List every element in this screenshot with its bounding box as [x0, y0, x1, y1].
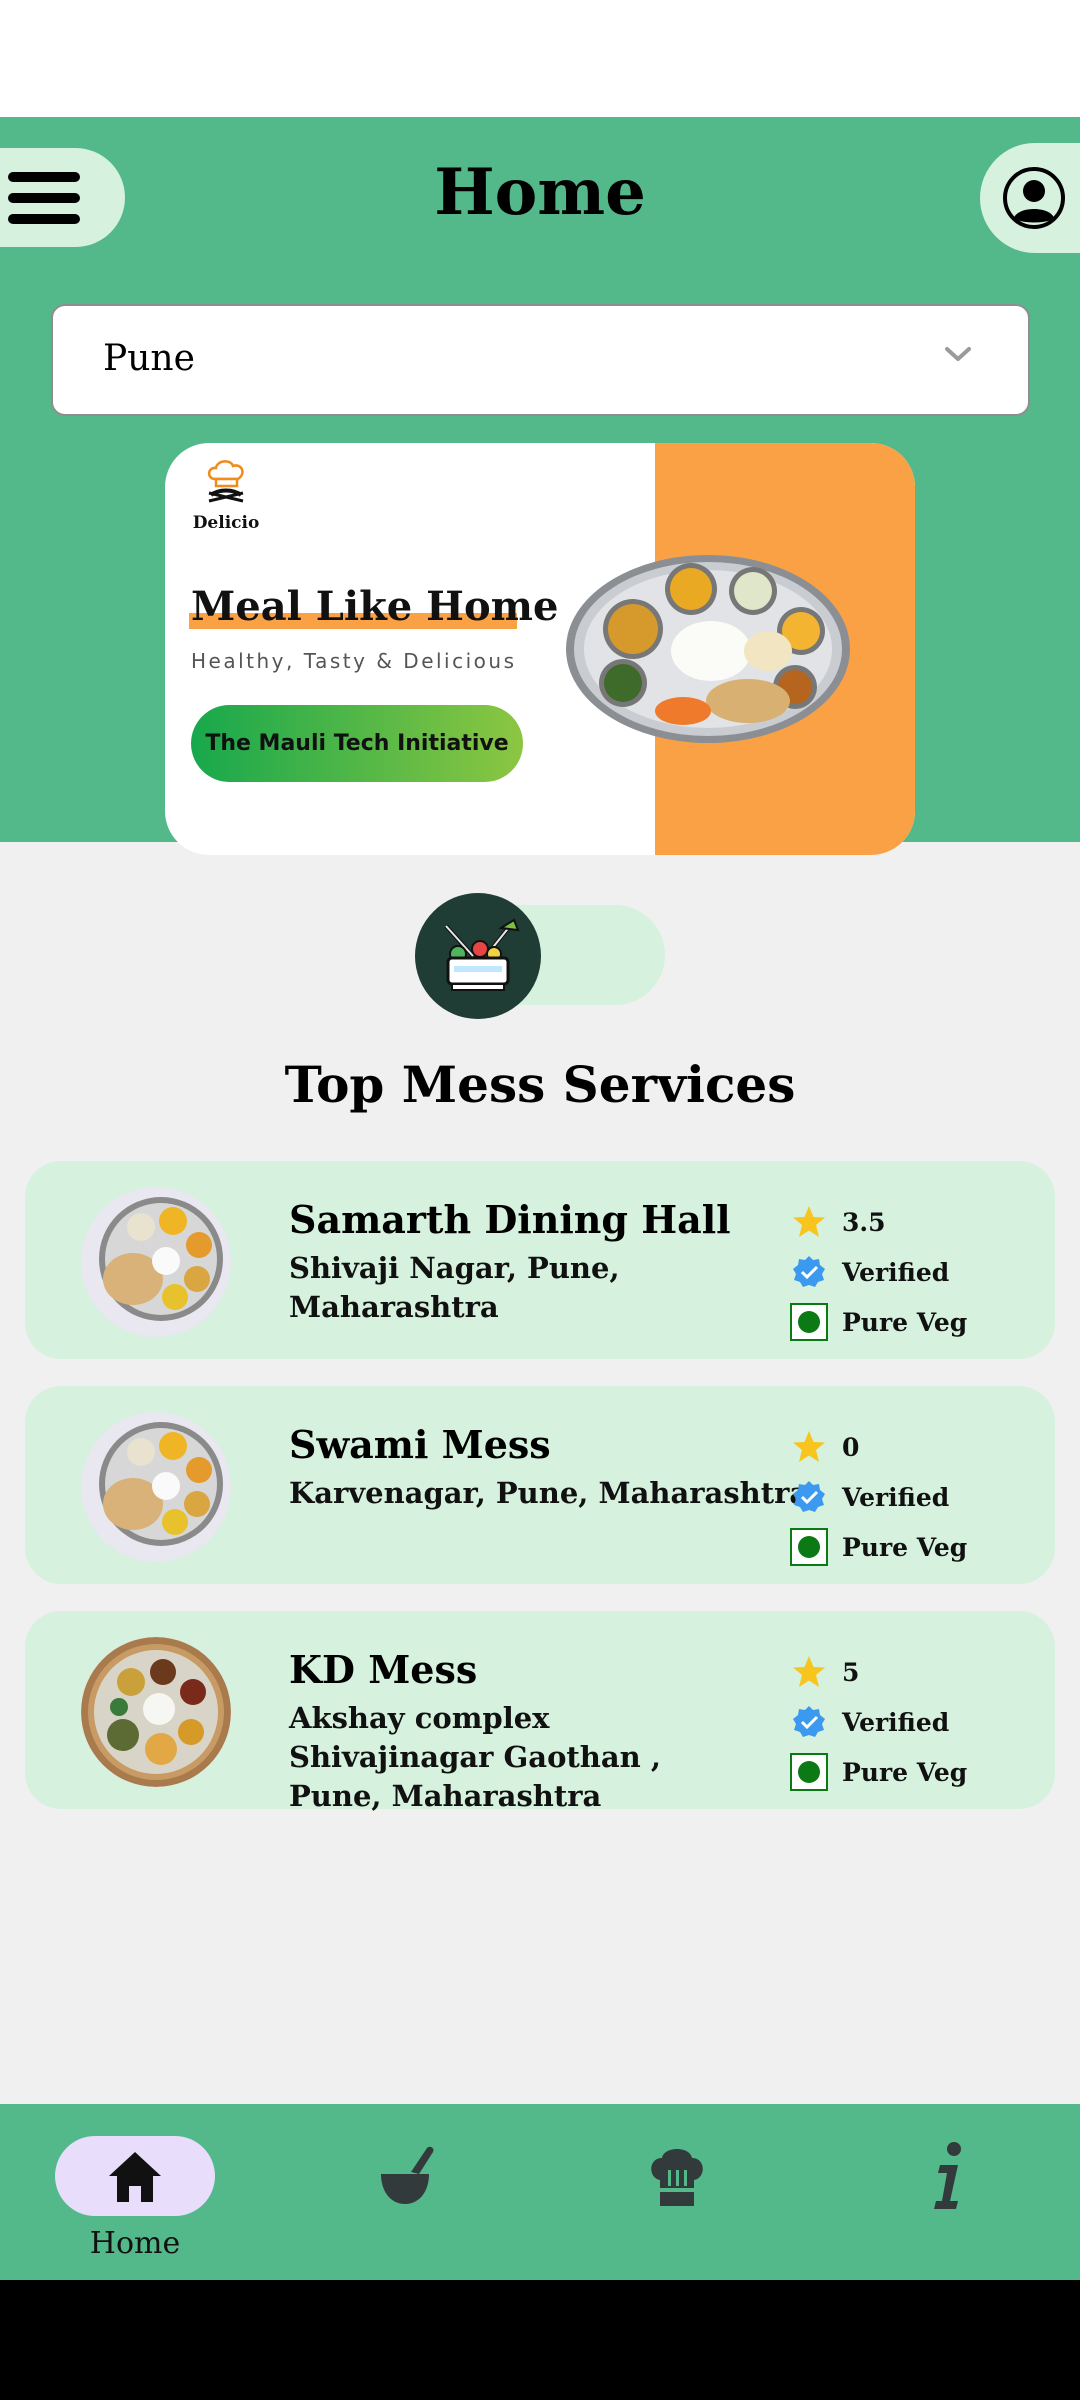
- info-icon: [934, 2142, 961, 2209]
- banner-subtagline: Healthy, Tasty & Delicious: [191, 649, 517, 673]
- veg-indicator-icon: [790, 1528, 828, 1566]
- star-icon: [790, 1428, 828, 1466]
- banner-tagline: Meal Like Home: [191, 583, 559, 630]
- veg-row: Pure Veg: [790, 1747, 967, 1797]
- section-title: Top Mess Services: [284, 1055, 796, 1114]
- chef-hat-icon: [651, 2149, 703, 2206]
- nav-food-pill: [325, 2136, 485, 2216]
- toggle-knob: [415, 893, 541, 1019]
- mess-address: Akshay complex Shivajinagar Gaothan , Pu…: [289, 1701, 661, 1813]
- page-title: Home: [434, 155, 646, 230]
- mess-rating: 5: [842, 1657, 860, 1687]
- thali-plate-image: [566, 555, 850, 743]
- brand-logo: Delicio: [181, 457, 271, 533]
- veg-row: Pure Veg: [790, 1522, 967, 1572]
- rating-row: 0: [790, 1422, 967, 1472]
- mess-badges: 5 Verified Pure Veg: [790, 1647, 967, 1797]
- diet-label: Pure Veg: [842, 1757, 968, 1787]
- verified-row: Verified: [790, 1247, 967, 1297]
- verified-badge-icon: [790, 1703, 828, 1741]
- city-dropdown[interactable]: Pune: [51, 304, 1030, 416]
- verified-row: Verified: [790, 1472, 967, 1522]
- nav-home-label: Home: [89, 2226, 181, 2261]
- nav-item-home[interactable]: Home: [55, 2104, 215, 2280]
- bottom-navigation: Home: [0, 2104, 1080, 2280]
- mess-card[interactable]: KD Mess Akshay complex Shivajinagar Gaot…: [25, 1611, 1055, 1813]
- menu-button[interactable]: [0, 148, 125, 247]
- nav-chef-pill: [597, 2136, 757, 2216]
- nav-item-info[interactable]: [868, 2104, 1028, 2280]
- mess-name: Swami Mess: [289, 1422, 551, 1467]
- verified-label: Verified: [842, 1707, 950, 1737]
- star-icon: [790, 1203, 828, 1241]
- veg-indicator-icon: [790, 1753, 828, 1791]
- rating-row: 5: [790, 1647, 967, 1697]
- profile-button[interactable]: [980, 143, 1080, 253]
- city-dropdown-value: Pune: [103, 338, 195, 379]
- promo-banner[interactable]: Delicio Meal Like Home Healthy, Tasty & …: [165, 443, 915, 855]
- mortar-pestle-icon: [381, 2146, 434, 2204]
- status-bar: [0, 0, 1080, 117]
- mess-rating: 3.5: [842, 1207, 886, 1237]
- mess-name: KD Mess: [289, 1647, 478, 1692]
- verified-label: Verified: [842, 1482, 950, 1512]
- mess-rating: 0: [842, 1432, 860, 1462]
- salad-bowl-icon: [444, 918, 520, 991]
- rating-row: 3.5: [790, 1197, 967, 1247]
- nav-home-pill: [55, 2136, 215, 2216]
- verified-row: Verified: [790, 1697, 967, 1747]
- mess-badges: 3.5 Verified Pure Veg: [790, 1197, 967, 1347]
- thali-thumbnail-image: [81, 1187, 231, 1337]
- mess-thumbnail: [81, 1412, 231, 1562]
- hamburger-menu-icon: [7, 171, 80, 224]
- mess-card[interactable]: Swami Mess Karvenagar, Pune, Maharashtra…: [25, 1386, 1055, 1584]
- mess-name: Samarth Dining Hall: [289, 1197, 731, 1242]
- system-navigation-bar: [0, 2280, 1080, 2400]
- nav-item-food[interactable]: [325, 2104, 485, 2280]
- mess-thumbnail: [81, 1187, 231, 1337]
- brand-name: Delicio: [192, 513, 260, 533]
- mess-card[interactable]: Samarth Dining Hall Shivaji Nagar, Pune,…: [25, 1161, 1055, 1359]
- nav-item-chef[interactable]: [597, 2104, 757, 2280]
- account-circle-icon: [1003, 167, 1065, 229]
- home-icon: [109, 2152, 161, 2202]
- chevron-down-icon: [945, 347, 971, 361]
- diet-label: Pure Veg: [842, 1307, 968, 1337]
- verified-label: Verified: [842, 1257, 950, 1287]
- nav-info-pill: [868, 2136, 1028, 2216]
- star-icon: [790, 1653, 828, 1691]
- diet-label: Pure Veg: [842, 1532, 968, 1562]
- banner-tagline-wrap: Meal Like Home: [189, 583, 559, 630]
- mess-thumbnail: [81, 1637, 231, 1787]
- thali-thumbnail-image: [81, 1412, 231, 1562]
- verified-badge-icon: [790, 1253, 828, 1291]
- verified-badge-icon: [790, 1478, 828, 1516]
- section-toggle[interactable]: [415, 893, 665, 1019]
- mess-address: Shivaji Nagar, Pune, Maharashtra: [289, 1251, 620, 1324]
- veg-row: Pure Veg: [790, 1297, 967, 1347]
- veg-indicator-icon: [790, 1303, 828, 1341]
- chef-logo-icon: [207, 460, 244, 503]
- mess-address: Karvenagar, Pune, Maharashtra: [289, 1476, 809, 1510]
- thali-thumbnail-image: [81, 1637, 231, 1787]
- mess-badges: 0 Verified Pure Veg: [790, 1422, 967, 1572]
- banner-cta-button[interactable]: The Mauli Tech Initiative: [191, 705, 523, 782]
